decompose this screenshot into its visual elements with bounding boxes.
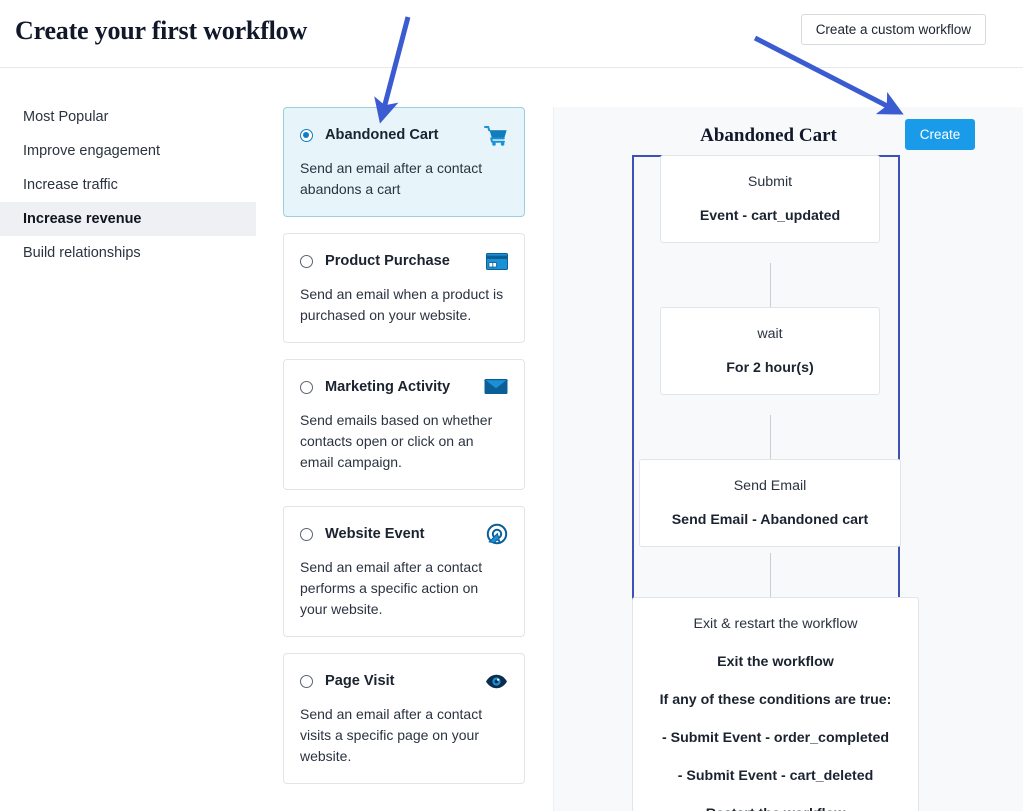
radio-marketing-activity[interactable] bbox=[300, 380, 313, 394]
template-card-page-visit[interactable]: Page Visit Send an email after a contact… bbox=[283, 653, 525, 784]
sidebar-item-improve-engagement[interactable]: Improve engagement bbox=[0, 134, 256, 168]
step-type: Submit bbox=[747, 174, 793, 190]
card-title: Website Event bbox=[325, 526, 425, 542]
card-header: Website Event bbox=[300, 523, 508, 545]
workflow-step-send-email[interactable]: Send Email Send Email - Abandoned cart bbox=[639, 459, 901, 547]
sidebar-item-most-popular[interactable]: Most Popular bbox=[0, 100, 256, 134]
sidebar-item-increase-traffic[interactable]: Increase traffic bbox=[0, 168, 256, 202]
radio-abandoned-cart[interactable] bbox=[300, 128, 313, 142]
card-description: Send emails based on whether contacts op… bbox=[300, 412, 493, 470]
exit-line-3: - Submit Event - order_completed bbox=[661, 730, 890, 746]
category-sidebar: Most Popular Improve engagement Increase… bbox=[0, 100, 256, 270]
workflow-template-picker-screen: Create your first workflow Create a cust… bbox=[0, 0, 1023, 811]
sidebar-item-increase-revenue[interactable]: Increase revenue bbox=[0, 202, 256, 236]
card-description: Send an email when a product is purchase… bbox=[300, 286, 504, 323]
exit-line-1: Exit the workflow bbox=[717, 654, 834, 670]
exit-line-4: - Submit Event - cart_deleted bbox=[677, 768, 874, 784]
radio-website-event[interactable] bbox=[300, 527, 313, 541]
envelope-icon bbox=[484, 376, 508, 398]
click-target-icon bbox=[484, 523, 508, 545]
connector-line bbox=[770, 553, 771, 597]
template-card-product-purchase[interactable]: Product Purchase Send an email when a pr… bbox=[283, 233, 525, 343]
card-header: Product Purchase bbox=[300, 250, 508, 272]
card-description: Send an email after a contact abandons a… bbox=[300, 160, 483, 197]
sidebar-item-build-relationships[interactable]: Build relationships bbox=[0, 236, 256, 270]
card-description: Send an email after a contact visits a s… bbox=[300, 706, 483, 764]
template-card-abandoned-cart[interactable]: Abandoned Cart Send an email after a con… bbox=[283, 107, 525, 217]
exit-line-2: If any of these conditions are true: bbox=[659, 692, 892, 708]
card-title: Page Visit bbox=[325, 673, 395, 689]
step-type: wait bbox=[757, 326, 783, 342]
card-title: Product Purchase bbox=[325, 253, 450, 269]
workflow-step-submit[interactable]: Submit Event - cart_updated bbox=[660, 155, 880, 243]
card-header: Marketing Activity bbox=[300, 376, 508, 398]
workflow-template-list: Abandoned Cart Send an email after a con… bbox=[283, 107, 525, 800]
shopping-cart-icon bbox=[484, 124, 508, 146]
card-title: Marketing Activity bbox=[325, 379, 451, 395]
exit-heading: Exit & restart the workflow bbox=[693, 616, 858, 632]
template-card-marketing-activity[interactable]: Marketing Activity Send emails based on … bbox=[283, 359, 525, 490]
card-description: Send an email after a contact performs a… bbox=[300, 559, 483, 617]
radio-page-visit[interactable] bbox=[300, 674, 313, 688]
page-title: Create your first workflow bbox=[15, 16, 308, 45]
connector-line bbox=[770, 415, 771, 459]
eye-icon bbox=[484, 670, 508, 692]
template-card-website-event[interactable]: Website Event Send an email after a cont… bbox=[283, 506, 525, 637]
step-detail: Send Email - Abandoned cart bbox=[671, 512, 869, 528]
workflow-step-exit-restart[interactable]: Exit & restart the workflow Exit the wor… bbox=[632, 597, 919, 811]
step-type: Send Email bbox=[733, 478, 807, 494]
create-button[interactable]: Create bbox=[905, 119, 975, 150]
card-header: Abandoned Cart bbox=[300, 124, 508, 146]
step-detail: Event - cart_updated bbox=[699, 208, 841, 224]
workflow-step-wait[interactable]: wait For 2 hour(s) bbox=[660, 307, 880, 395]
exit-line-5: Restart the workflow bbox=[643, 806, 908, 811]
workflow-preview-panel: Abandoned Cart Create Submit Event - car… bbox=[553, 107, 1023, 811]
card-header: Page Visit bbox=[300, 670, 508, 692]
step-detail: For 2 hour(s) bbox=[726, 360, 814, 376]
card-title: Abandoned Cart bbox=[325, 127, 439, 143]
radio-product-purchase[interactable] bbox=[300, 254, 313, 268]
connector-line bbox=[770, 263, 771, 307]
credit-card-icon bbox=[484, 250, 508, 272]
page-header: Create your first workflow Create a cust… bbox=[0, 0, 1023, 68]
create-custom-workflow-button[interactable]: Create a custom workflow bbox=[800, 14, 986, 45]
